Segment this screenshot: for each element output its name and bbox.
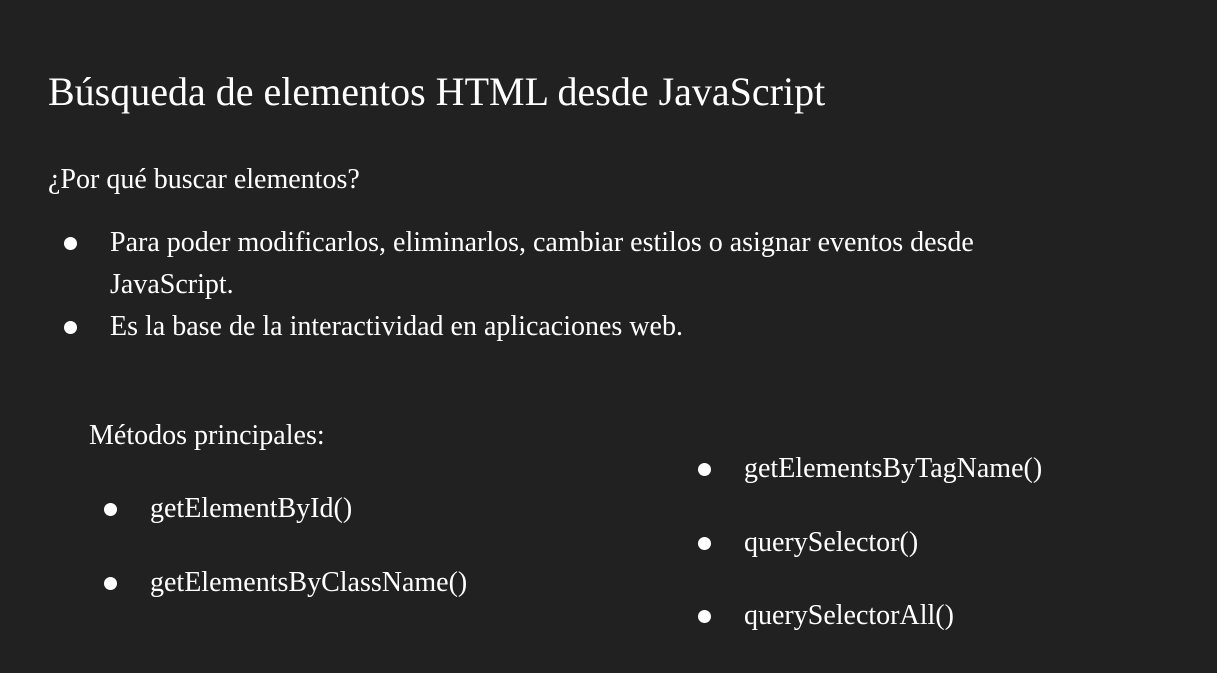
- bullet-icon: [104, 503, 117, 516]
- method-label: getElementsByTagName(): [744, 453, 1043, 484]
- slide-subtitle: ¿Por qué buscar elementos?: [48, 164, 360, 195]
- bullet-item: Para poder modificarlos, eliminarlos, ca…: [0, 222, 1100, 306]
- bullet-icon: [64, 321, 77, 334]
- bullet-text-line: Es la base de la interactividad en aplic…: [110, 311, 683, 342]
- method-item-getelementsbytagname: getElementsByTagName(): [698, 451, 1043, 487]
- method-label: querySelectorAll(): [744, 600, 954, 631]
- bullet-icon: [698, 537, 711, 550]
- bullet-text-line: JavaScript.: [110, 269, 234, 300]
- method-label: querySelector(): [744, 527, 919, 558]
- bullet-icon: [64, 237, 77, 250]
- bullet-icon: [104, 577, 117, 590]
- method-label: getElementById(): [150, 493, 353, 524]
- bullet-item: Es la base de la interactividad en aplic…: [0, 306, 1100, 348]
- methods-heading: Métodos principales:: [89, 420, 325, 451]
- method-item-getelementsbyclassname: getElementsByClassName(): [104, 565, 468, 601]
- method-label: getElementsByClassName(): [150, 567, 468, 598]
- method-item-queryselector: querySelector(): [698, 525, 919, 561]
- bullet-text-line: Para poder modificarlos, eliminarlos, ca…: [110, 227, 974, 258]
- bullet-icon: [698, 610, 711, 623]
- slide-title: Búsqueda de elementos HTML desde JavaScr…: [48, 69, 826, 114]
- bullet-list: Para poder modificarlos, eliminarlos, ca…: [0, 222, 1100, 348]
- method-item-queryselectorall: querySelectorAll(): [698, 598, 954, 634]
- slide: Búsqueda de elementos HTML desde JavaScr…: [0, 0, 1217, 673]
- method-item-getelementbyid: getElementById(): [104, 491, 353, 527]
- bullet-icon: [698, 463, 711, 476]
